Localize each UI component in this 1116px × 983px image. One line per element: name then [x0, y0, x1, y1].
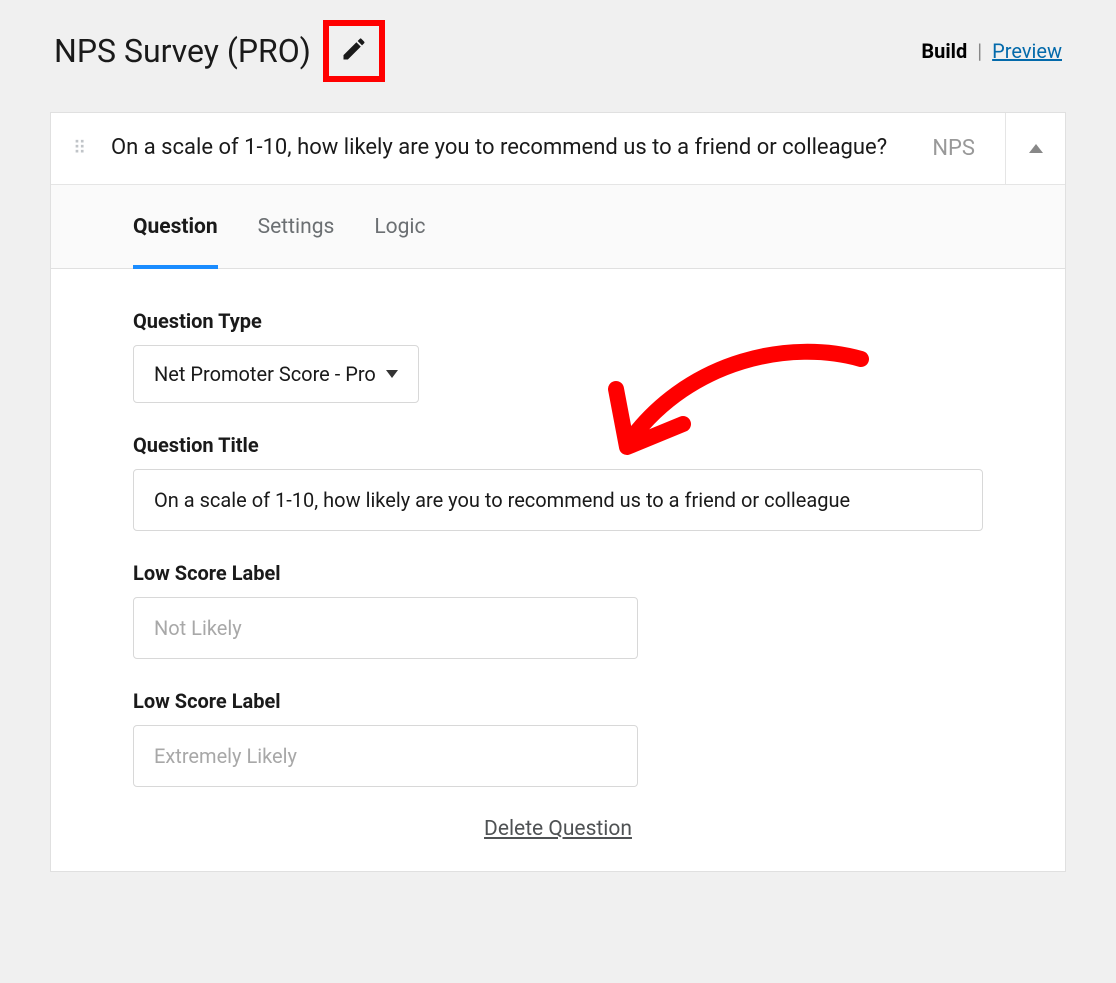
delete-question-link[interactable]: Delete Question	[484, 817, 632, 841]
card-header: ⠿ On a scale of 1-10, how likely are you…	[51, 113, 1065, 185]
drag-handle-icon[interactable]: ⠿	[73, 144, 93, 153]
card-tabs: Question Settings Logic	[51, 185, 1065, 269]
nav-group: Build | Preview	[921, 39, 1062, 63]
field-low-score-1: Low Score Label	[133, 561, 983, 659]
question-title-label: Question Title	[133, 433, 983, 457]
question-preview-text: On a scale of 1-10, how likely are you t…	[111, 133, 902, 164]
field-question-title: Question Title	[133, 433, 983, 531]
collapse-button[interactable]	[1005, 113, 1065, 184]
edit-title-button[interactable]	[323, 20, 385, 82]
low-score-label-1: Low Score Label	[133, 561, 983, 585]
question-type-value: Net Promoter Score - Pro	[154, 362, 376, 386]
tab-logic[interactable]: Logic	[374, 185, 425, 268]
page-title: NPS Survey (PRO)	[54, 32, 311, 70]
question-card: ⠿ On a scale of 1-10, how likely are you…	[50, 112, 1066, 872]
question-type-select[interactable]: Net Promoter Score - Pro	[133, 345, 419, 403]
tab-settings[interactable]: Settings	[258, 185, 335, 268]
tab-question[interactable]: Question	[133, 185, 218, 269]
delete-question-row: Delete Question	[133, 817, 983, 841]
nav-build[interactable]: Build	[921, 39, 967, 63]
question-title-input[interactable]	[133, 469, 983, 531]
low-score-input-1[interactable]	[133, 597, 638, 659]
nav-separator: |	[977, 39, 982, 63]
chevron-up-icon	[1029, 144, 1043, 153]
low-score-input-2[interactable]	[133, 725, 638, 787]
nav-preview[interactable]: Preview	[992, 39, 1062, 63]
title-group: NPS Survey (PRO)	[54, 20, 385, 82]
question-type-label: Question Type	[133, 309, 983, 333]
low-score-label-2: Low Score Label	[133, 689, 983, 713]
field-low-score-2: Low Score Label	[133, 689, 983, 787]
header-row: NPS Survey (PRO) Build | Preview	[50, 20, 1066, 82]
card-body: Question Type Net Promoter Score - Pro Q…	[51, 269, 1065, 871]
question-type-badge: NPS	[920, 136, 987, 161]
field-question-type: Question Type Net Promoter Score - Pro	[133, 309, 983, 403]
pencil-icon	[340, 35, 368, 67]
chevron-down-icon	[386, 370, 398, 378]
